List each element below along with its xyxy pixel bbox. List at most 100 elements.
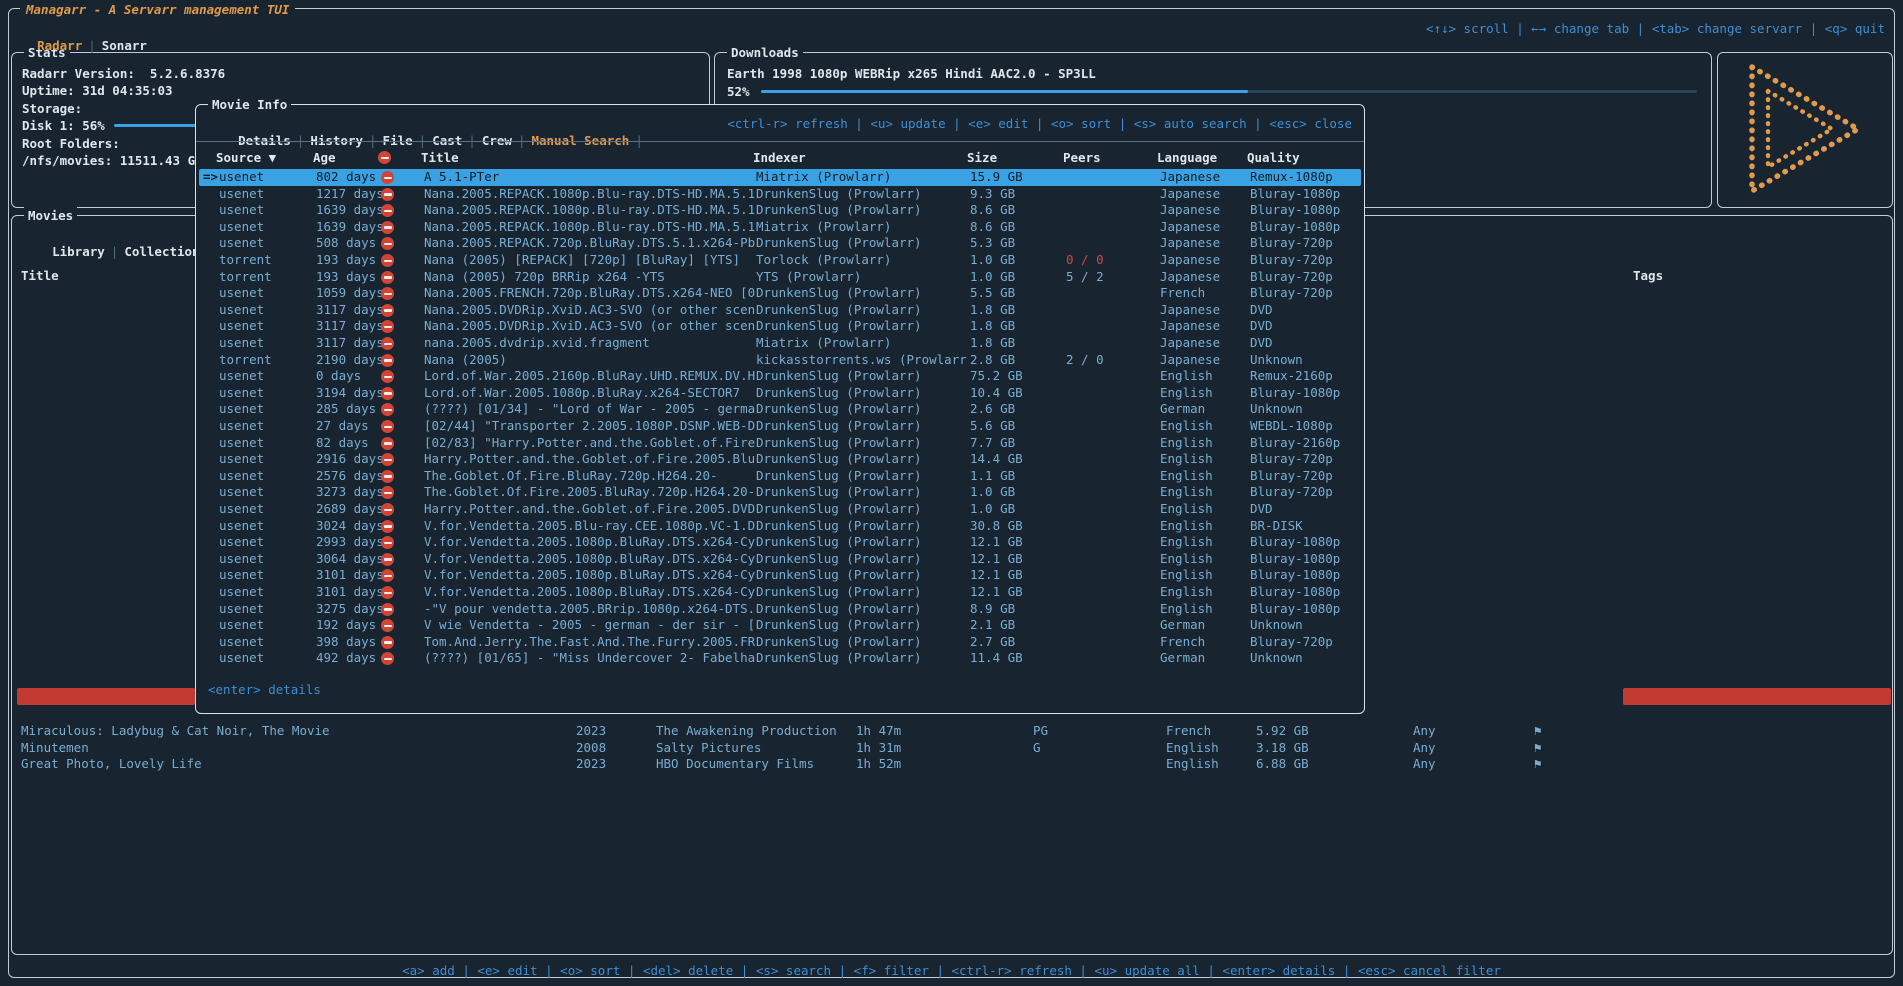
tag-row[interactable]: 8 - nicolecolvett [1623,453,1891,470]
tag-row[interactable]: 8 - nicolecolvett [1623,487,1891,504]
result-title: V.for.Vendetta.2005.1080p.BluRay.DTS.x26… [424,534,755,551]
tag-row[interactable]: 1 - hamilcar_barca [1623,587,1891,604]
tag-row[interactable]: 14 - kelly ramirez [1623,302,1891,319]
result-indexer: DrunkenSlug (Prowlarr) [756,518,922,535]
tag-row[interactable]: 3 - macmww [1623,369,1891,386]
search-result-row[interactable]: usenet 3117 days nana.2005.dvdrip.xvid.f… [199,335,1361,352]
column-age[interactable]: Age [313,149,336,166]
tag-row[interactable]: 14 - kelly ramirez [1623,285,1891,302]
tag-row[interactable]: 1 - hamilcar_barca [1623,604,1891,621]
search-result-row[interactable]: usenet 3117 days Nana.2005.DVDRip.XviD.A… [199,318,1361,335]
search-result-row[interactable]: usenet 2689 days Harry.Potter.and.the.Go… [199,501,1361,518]
tag-row[interactable]: 3 - macmww [1623,520,1891,537]
search-result-row[interactable]: usenet 27 days [02/44] "Transporter 2.20… [199,418,1361,435]
result-title: Nana (2005) [424,352,507,369]
search-result-row[interactable]: usenet 3275 days -"V pour vendetta.2005.… [199,601,1361,618]
search-result-row[interactable]: usenet 3194 days Lord.of.War.2005.1080p.… [199,385,1361,402]
tag-row[interactable]: 14 - kelly ramirez [1623,386,1891,403]
result-size: 11.4 GB [970,650,1023,667]
result-language: English [1160,518,1213,535]
tab-radarr[interactable]: Radarr [37,38,82,53]
rejected-icon [381,237,394,250]
tag-row[interactable]: 1 - hamilcar_barca [1623,571,1891,588]
tag-row[interactable]: 8 - nicolecolvett [1623,436,1891,453]
result-language: English [1160,451,1213,468]
rejected-icon [381,370,394,383]
result-age: 192 days [316,617,376,634]
search-result-row[interactable]: usenet 1059 days Nana.2005.FRENCH.720p.B… [199,285,1361,302]
column-title[interactable]: Title [421,149,459,166]
search-result-row[interactable]: usenet 2576 days The.Goblet.Of.Fire.BluR… [199,468,1361,485]
rejected-icon [381,420,394,433]
search-result-row[interactable]: usenet 82 days [02/83] "Harry.Potter.and… [199,435,1361,452]
tag-row[interactable]: 14 - kelly ramirez [1623,403,1891,420]
search-result-row[interactable]: torrent 193 days Nana (2005) 720p BRRip … [199,269,1361,286]
result-age: 82 days [316,435,369,452]
search-result-row[interactable]: usenet 2916 days Harry.Potter.and.the.Go… [199,451,1361,468]
search-result-row[interactable]: usenet 508 days Nana.2005.REPACK.720p.Bl… [199,235,1361,252]
column-quality[interactable]: Quality [1247,149,1300,166]
search-result-row[interactable]: usenet 192 days V wie Vendetta - 2005 - … [199,617,1361,634]
selection-arrow: => [203,169,218,186]
column-peers[interactable]: Peers [1063,149,1101,166]
result-quality: Bluray-720p [1250,235,1333,252]
result-quality: Bluray-720p [1250,634,1333,651]
search-result-row[interactable]: usenet 1639 days Nana.2005.REPACK.1080p.… [199,202,1361,219]
tag-row[interactable]: 1 - hamilcar_barca [1623,688,1891,705]
tag-row[interactable]: 1 - hamilcar_barca [1623,638,1891,655]
column-size[interactable]: Size [967,149,997,166]
search-result-row[interactable]: usenet 3117 days Nana.2005.DVDRip.XviD.A… [199,302,1361,319]
search-result-row[interactable]: usenet 398 days Tom.And.Jerry.The.Fast.A… [199,634,1361,651]
tag-row[interactable]: 1 - hamilcar_barca [1623,671,1891,688]
search-result-row[interactable]: usenet 492 days (????) [01/65] - "Miss U… [199,650,1361,667]
tag-row[interactable]: 1 - hamilcar_barca [1623,537,1891,554]
search-result-row[interactable]: usenet 3273 days The.Goblet.Of.Fire.2005… [199,484,1361,501]
tab-sonarr[interactable]: Sonarr [102,38,147,53]
search-result-row[interactable]: torrent 2190 days Nana (2005) kickasstor… [199,352,1361,369]
result-source: usenet [219,385,264,402]
search-result-row[interactable]: usenet 3024 days V.for.Vendetta.2005.Blu… [199,518,1361,535]
tag-row[interactable]: 1 - hamilcar_barca [1623,352,1891,369]
tag-row[interactable]: 8 - nicolecolvett [1623,722,1891,739]
tag-row[interactable]: 1 - hamilcar_barca [1623,739,1891,756]
rejected-icon [381,171,394,184]
tag-row[interactable]: 1 - hamilcar_barca [1623,419,1891,436]
result-language: Japanese [1160,269,1220,286]
search-result-row[interactable]: usenet 3101 days V.for.Vendetta.2005.108… [199,567,1361,584]
column-source[interactable]: Source ▼ [216,149,276,166]
result-quality: Bluray-1080p [1250,584,1340,601]
result-size: 12.1 GB [970,534,1023,551]
result-source: usenet [219,451,264,468]
top-keybindings: <↑↓> scroll | ←→ change tab | <tab> chan… [1426,20,1885,37]
tag-row[interactable]: 8 - nicolecolvett [1623,470,1891,487]
search-result-row[interactable]: => usenet 802 days A 5.1-PTer Miatrix (P… [199,169,1361,186]
search-result-row[interactable]: usenet 1639 days Nana.2005.REPACK.1080p.… [199,219,1361,236]
search-result-row[interactable]: usenet 3064 days V.for.Vendetta.2005.108… [199,551,1361,568]
tag-row[interactable]: 1 - hamilcar_barca [1623,503,1891,520]
column-language[interactable]: Language [1157,149,1217,166]
search-result-row[interactable]: usenet 1217 days Nana.2005.REPACK.1080p.… [199,186,1361,203]
result-language: Japanese [1160,169,1220,186]
rejected-icon [381,619,394,632]
column-indexer[interactable]: Indexer [753,149,806,166]
result-language: Japanese [1160,219,1220,236]
tag-row[interactable]: 14 - kelly ramirez [1623,335,1891,352]
tag-row[interactable]: 1 - hamilcar_barca [1623,655,1891,672]
tab-library[interactable]: Library [52,244,105,259]
search-result-row[interactable]: usenet 285 days (????) [01/34] - "Lord o… [199,401,1361,418]
tag-row[interactable]: 1 - hamilcar_barca [1623,755,1891,772]
result-language: Japanese [1160,252,1220,269]
disk-usage-label: Disk 1: 56% [22,117,105,134]
tag-row[interactable]: 8 - nicolecolvett [1623,705,1891,722]
tag-row[interactable]: 14 - kelly ramirez [1623,319,1891,336]
rejected-icon [381,403,394,416]
result-language: Japanese [1160,335,1220,352]
search-result-row[interactable]: torrent 193 days Nana (2005) [REPACK] [7… [199,252,1361,269]
result-indexer: DrunkenSlug (Prowlarr) [756,186,922,203]
search-result-row[interactable]: usenet 0 days Lord.of.War.2005.2160p.Blu… [199,368,1361,385]
tag-row[interactable]: 1 - hamilcar_barca [1623,621,1891,638]
search-result-row[interactable]: usenet 2993 days V.for.Vendetta.2005.108… [199,534,1361,551]
search-result-row[interactable]: usenet 3101 days V.for.Vendetta.2005.108… [199,584,1361,601]
rejected-icon [381,652,394,665]
tag-row[interactable]: 1 - hamilcar_barca [1623,554,1891,571]
